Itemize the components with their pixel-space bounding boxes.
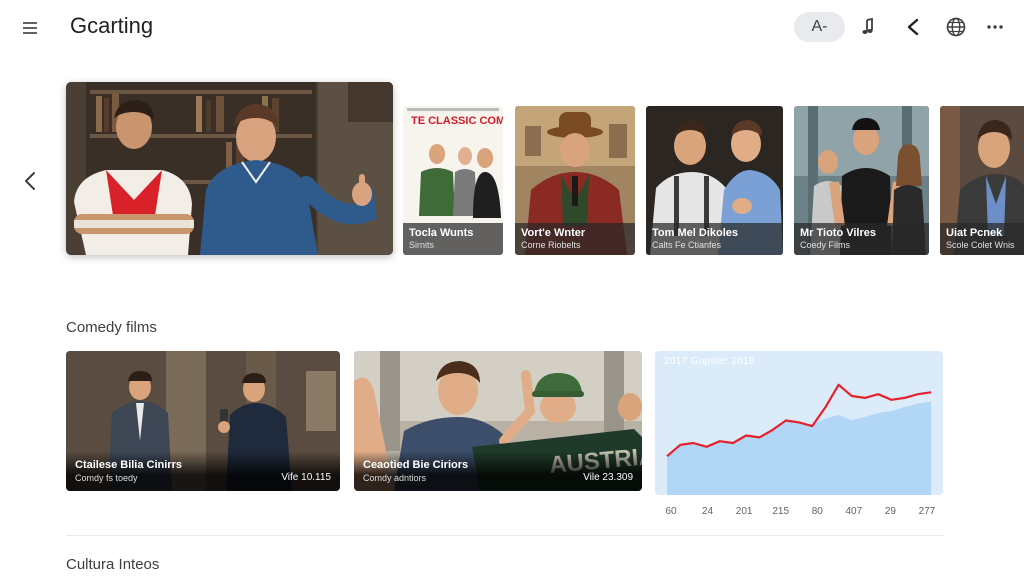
comedy-card-1[interactable]: Ctailese Bilia Cinirrs Comdy fs toedy Vi…: [66, 351, 340, 491]
chevron-left-icon: [25, 172, 35, 190]
chart-x-tick: 24: [702, 506, 714, 517]
chart-x-tick: 407: [845, 506, 863, 517]
tile-caption: Mr Tioto Vilres Coedy Films: [794, 223, 929, 255]
menu-icon: [23, 22, 37, 24]
chart-x-tick: 277: [918, 506, 936, 517]
tile-title: Uiat Pcnek: [946, 227, 1003, 239]
chart-x-tick: 215: [772, 506, 790, 517]
tile-subtitle: Sirnits: [409, 240, 435, 250]
card-title: Ctailese Bilia Cinirrs: [75, 459, 182, 471]
tile-caption: Tocla Wunts Sirnits: [403, 223, 503, 255]
tile-title: Vort'e Wnter: [521, 227, 586, 239]
chart-x-tick: 201: [735, 506, 753, 517]
chart-x-tick: 60: [665, 506, 677, 517]
tile-title: Tocla Wunts: [409, 227, 474, 239]
chart-x-tick: 29: [884, 506, 896, 517]
card-subtitle: Comdy fs toedy: [75, 473, 138, 483]
tile-title: Mr Tioto Vilres: [800, 227, 877, 239]
tile-caption: Vort'e Wnter Corne Riobelts: [515, 223, 635, 255]
text-size-button[interactable]: A-: [794, 12, 845, 42]
carousel-prev-button[interactable]: [16, 166, 44, 196]
tile-caption: Uiat Pcnek Scole Colet Wnis: [940, 223, 1024, 255]
tile-uiat-pcnek[interactable]: Uiat Pcnek Scole Colet Wnis: [940, 106, 1024, 255]
tile-subtitle: Calts Fe Ctianfes: [652, 240, 722, 250]
app-title: Gcarting: [70, 13, 154, 38]
globe-icon[interactable]: [943, 14, 969, 40]
tile-tom-mel-dikoles[interactable]: Tom Mel Dikoles Calts Fe Ctianfes: [646, 106, 783, 255]
menu-button[interactable]: [18, 16, 42, 40]
tile-mr-tioto-vilres[interactable]: Mr Tioto Vilres Coedy Films: [794, 106, 929, 255]
card-title: Ceaotied Bie Ciriors: [363, 459, 469, 471]
card-meta: Vile 23.309: [583, 472, 633, 483]
tile-classic-comedy[interactable]: TE CLASSIC COMEDY Tocla Wunts Sirnits: [403, 106, 503, 255]
hero-image: [66, 82, 393, 255]
section-divider: [66, 535, 943, 536]
tile-subtitle: Corne Riobelts: [521, 240, 581, 250]
chart-x-tick: 80: [811, 506, 823, 517]
trend-chart: [666, 383, 932, 495]
trend-chart-card: 2017 Gopster 2019: [655, 351, 943, 495]
section-title-cultura: Cultura Inteos: [66, 556, 160, 573]
comedy-card-2[interactable]: AUSTRIA Ceaotied Bie Ciriors Comdy adnti…: [354, 351, 642, 491]
card-subtitle: Comdy adntiors: [363, 473, 427, 483]
tile-vorte-wnter[interactable]: Vort'e Wnter Corne Riobelts: [515, 106, 635, 255]
tile-subtitle: Coedy Films: [800, 240, 851, 250]
section-title-comedy: Comedy films: [66, 319, 157, 336]
poster-title-line1: TE CLASSIC COMEDY: [411, 115, 503, 127]
card-meta: Vife 10.115: [281, 472, 331, 483]
hero-feature-card[interactable]: [66, 82, 393, 255]
tile-subtitle: Scole Colet Wnis: [946, 240, 1015, 250]
tile-caption: Tom Mel Dikoles Calts Fe Ctianfes: [646, 223, 783, 255]
more-icon[interactable]: [982, 14, 1008, 40]
music-note-icon[interactable]: [856, 14, 882, 40]
chart-area-series: [667, 401, 931, 495]
tile-title: Tom Mel Dikoles: [652, 227, 738, 239]
share-icon[interactable]: [900, 14, 926, 40]
